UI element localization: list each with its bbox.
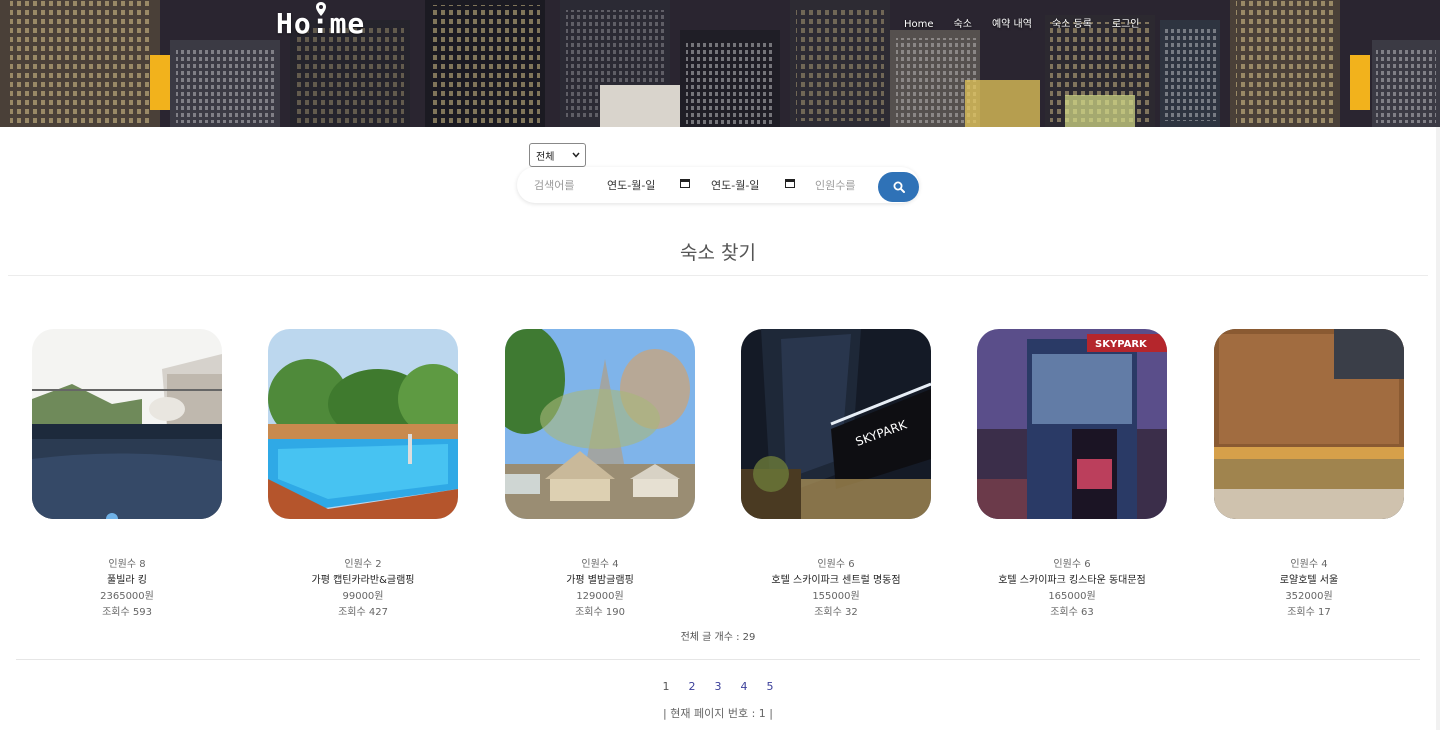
listing-card[interactable]: 인원수 4 로얄호텔 서울 352000원 조회수 17 [1214,329,1404,618]
listing-image[interactable]: SKYPARK [741,329,931,519]
search-bar: 검색어를 연도-월-일 연도-월-일 인원수를 [517,167,919,203]
category-select-value: 전체 [536,151,555,163]
current-page-indicator: | 현재 페이지 번호 : 1 | [663,707,773,720]
pagination: 1 2 3 4 5 [0,680,1436,693]
listing-guests: 인원수 2 [344,559,382,570]
page-title: 숙소 찾기 [680,242,756,264]
listing-name[interactable]: 가평 캡틴카라반&글램핑 [238,573,488,589]
listing-info: 인원수 4 로얄호텔 서울 352000원 조회수 17 [1184,557,1434,621]
listing-price: 155000원 [812,591,860,602]
hotel-sign-text: SKYPARK [1095,339,1148,350]
listing-card[interactable]: SKYPARK 인원수 6 호텔 스카이파크 킹스타운 동대문점 165000원… [977,329,1167,618]
page-link-1[interactable]: 1 [653,680,679,693]
category-select[interactable]: 전체 [529,143,586,167]
listing-card[interactable]: 인원수 4 가평 별밤글램핑 129000원 조회수 190 [505,329,695,618]
listing-card[interactable]: 인원수 2 가평 캡틴카라반&글램핑 99000원 조회수 427 [268,329,458,618]
checkin-date-input[interactable]: 연도-월-일 [607,177,655,193]
divider [8,275,1428,276]
search-icon [893,181,905,193]
listing-views: 조회수 593 [102,607,152,618]
location-pin-icon [316,2,326,16]
listing-card[interactable]: SKYPARK 인원수 6 호텔 스카이파크 센트럴 명동점 155000원 조… [741,329,931,618]
nav-login[interactable]: 로그인 [1112,18,1140,32]
search-button[interactable] [878,172,919,202]
listing-info: 인원수 4 가평 별밤글램핑 129000원 조회수 190 [475,557,725,621]
listing-info: 인원수 8 풀빌라 킹 2365000원 조회수 593 [2,557,252,621]
listing-views: 조회수 63 [1050,607,1094,618]
listing-card[interactable]: 인원수 8 풀빌라 킹 2365000원 조회수 593 [32,329,222,618]
listing-price: 352000원 [1285,591,1333,602]
listing-info: 인원수 2 가평 캡틴카라반&글램핑 99000원 조회수 427 [238,557,488,621]
page-link-3[interactable]: 3 [705,680,731,693]
listing-name[interactable]: 로얄호텔 서울 [1184,573,1434,589]
guests-input[interactable]: 인원수를 [815,177,855,193]
listing-guests: 인원수 6 [1053,559,1091,570]
total-count: 전체 글 개수 : 29 [680,632,756,643]
listing-image[interactable] [32,329,222,519]
search-section: 전체 검색어를 연도-월-일 연도-월-일 인원수를 [0,127,1440,217]
listing-guests: 인원수 8 [108,559,146,570]
listing-info: 인원수 6 호텔 스카이파크 센트럴 명동점 155000원 조회수 32 [711,557,961,621]
listing-image[interactable] [1214,329,1404,519]
page-link-2[interactable]: 2 [679,680,705,693]
listing-name[interactable]: 호텔 스카이파크 센트럴 명동점 [711,573,961,589]
listing-price: 165000원 [1048,591,1096,602]
listing-name[interactable]: 풀빌라 킹 [2,573,252,589]
listing-image[interactable]: SKYPARK [977,329,1167,519]
main-nav: Home 숙소 예약 내역 숙소 등록 로그인 [900,18,1160,32]
listing-image[interactable] [268,329,458,519]
listing-info: 인원수 6 호텔 스카이파크 킹스타운 동대문점 165000원 조회수 63 [947,557,1197,621]
listing-image[interactable] [505,329,695,519]
listing-views: 조회수 427 [338,607,388,618]
city-skyline-image [0,0,1440,127]
calendar-icon[interactable] [785,178,795,188]
page-link-5[interactable]: 5 [757,680,783,693]
divider [16,659,1420,660]
nav-reservations[interactable]: 예약 내역 [992,18,1032,32]
listing-name[interactable]: 가평 별밤글램핑 [475,573,725,589]
scrollbar[interactable] [1436,127,1440,730]
site-logo[interactable]: Ho:me [276,2,365,40]
listing-name[interactable]: 호텔 스카이파크 킹스타운 동대문점 [947,573,1197,589]
keyword-input[interactable]: 검색어를 [534,177,574,193]
header-banner: Ho:me Home 숙소 예약 내역 숙소 등록 로그인 [0,0,1440,127]
listing-views: 조회수 190 [575,607,625,618]
listing-price: 2365000원 [100,591,154,602]
chevron-down-icon [572,152,580,158]
listing-price: 99000원 [342,591,384,602]
listing-guests: 인원수 6 [817,559,855,570]
page-link-4[interactable]: 4 [731,680,757,693]
nav-register-accommodation[interactable]: 숙소 등록 [1052,18,1092,32]
checkout-date-input[interactable]: 연도-월-일 [711,177,759,193]
nav-accommodation[interactable]: 숙소 [954,18,972,32]
calendar-icon[interactable] [680,178,690,188]
nav-home[interactable]: Home [904,18,934,32]
listing-views: 조회수 17 [1287,607,1331,618]
listing-price: 129000원 [576,591,624,602]
listing-views: 조회수 32 [814,607,858,618]
listing-guests: 인원수 4 [581,559,619,570]
listing-guests: 인원수 4 [1290,559,1328,570]
